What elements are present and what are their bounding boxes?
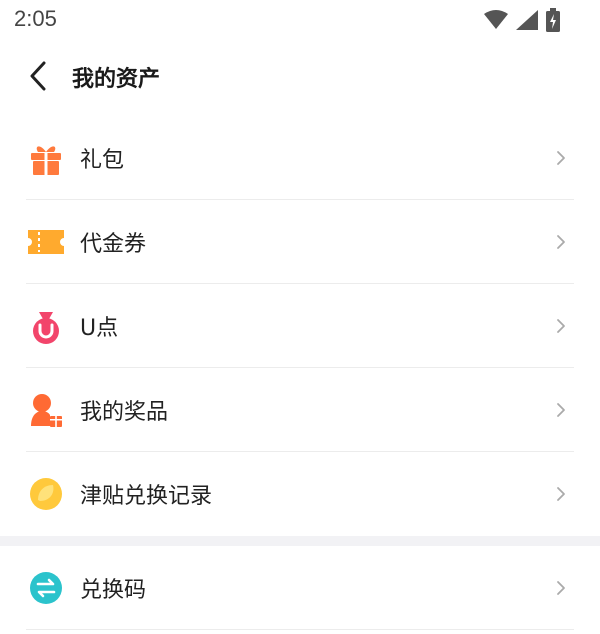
asset-menu-list: 礼包 代金券 U点 我的奖品 津贴兑换记录 (0, 116, 600, 536)
divider (26, 629, 574, 630)
voucher-icon (28, 224, 64, 260)
section-separator (0, 536, 600, 546)
menu-item-label: 津贴兑换记录 (80, 484, 213, 509)
chevron-right-icon (554, 232, 568, 252)
menu-item-voucher[interactable]: 代金券 (0, 200, 600, 284)
status-bar: 2:05 (0, 0, 600, 40)
chevron-right-icon (554, 316, 568, 336)
menu-item-label: U点 (80, 316, 119, 341)
gift-icon (28, 140, 64, 176)
chevron-right-icon (554, 148, 568, 168)
header: 我的资产 (0, 48, 600, 108)
status-icons (484, 8, 560, 36)
prize-user-icon (28, 392, 64, 428)
chevron-right-icon (554, 578, 568, 598)
menu-item-u-points[interactable]: U点 (0, 284, 600, 368)
menu-item-label: 兑换码 (80, 578, 147, 603)
menu-item-label: 代金券 (80, 232, 147, 257)
menu-item-allowance-records[interactable]: 津贴兑换记录 (0, 452, 600, 536)
status-time: 2:05 (14, 6, 57, 31)
page-title: 我的资产 (72, 67, 161, 92)
exchange-menu-list: 兑换码 (0, 546, 600, 630)
menu-item-my-prizes[interactable]: 我的奖品 (0, 368, 600, 452)
menu-item-label: 礼包 (80, 148, 125, 173)
chevron-left-icon (29, 61, 47, 95)
chevron-right-icon (554, 484, 568, 504)
back-button[interactable] (22, 60, 54, 96)
chevron-right-icon (554, 400, 568, 420)
signal-icon (516, 10, 538, 34)
menu-item-exchange-code[interactable]: 兑换码 (0, 546, 600, 630)
menu-item-label: 我的奖品 (80, 400, 169, 425)
battery-icon (546, 8, 560, 36)
allowance-coin-icon (28, 476, 64, 512)
u-point-bag-icon (28, 308, 64, 344)
exchange-code-icon (28, 570, 64, 606)
menu-item-gift[interactable]: 礼包 (0, 116, 600, 200)
wifi-icon (484, 10, 508, 34)
